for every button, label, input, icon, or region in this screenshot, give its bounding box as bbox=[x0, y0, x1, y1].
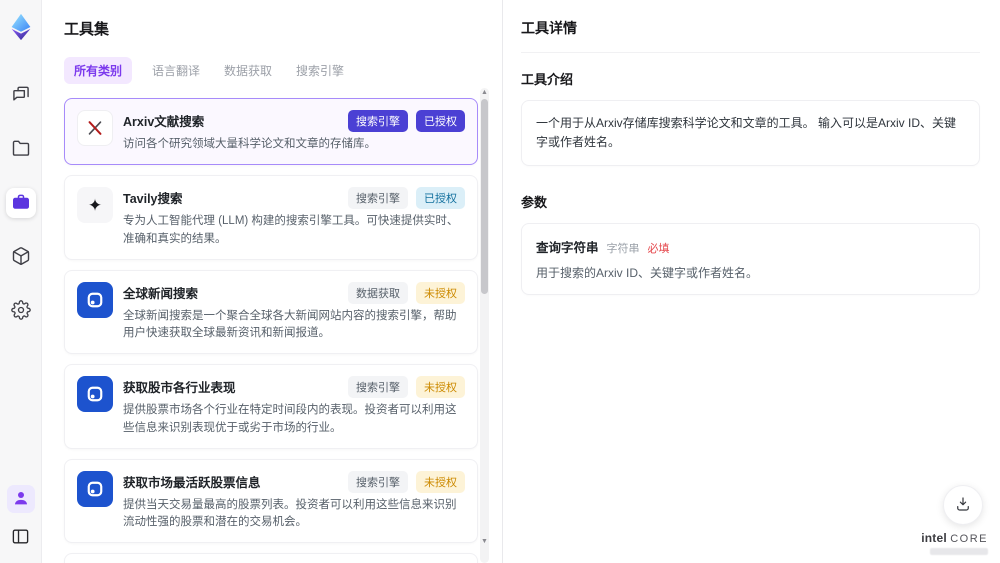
intro-heading: 工具介绍 bbox=[521, 72, 574, 87]
core-wordmark: CORE bbox=[950, 533, 988, 545]
intel-watermark-bar bbox=[930, 548, 988, 555]
sidebar-nav bbox=[5, 80, 36, 326]
auth-status-badge: 未授权 bbox=[416, 281, 465, 304]
tab-1[interactable]: 语言翻译 bbox=[148, 57, 204, 84]
tavily-star-icon: ✦ bbox=[77, 187, 113, 224]
scrollbar-thumb[interactable] bbox=[481, 99, 488, 294]
intel-wordmark: intel bbox=[921, 531, 947, 545]
param-card: 查询字符串 字符串 必填 用于搜索的Arxiv ID、关键字或作者姓名。 bbox=[521, 223, 980, 296]
folder-icon bbox=[11, 138, 31, 161]
sidebar-item-files[interactable] bbox=[6, 134, 36, 164]
tool-name: Arxiv文献搜索 bbox=[123, 115, 205, 129]
category-badge: 搜索引擎 bbox=[348, 187, 408, 210]
sidebar-item-toolbox[interactable] bbox=[5, 188, 36, 218]
tool-description: 访问各个研究领域大量科学论文和文章的存储库。 bbox=[123, 138, 376, 150]
q-news-icon bbox=[77, 281, 113, 318]
tool-cards: Arxiv文献搜索 搜索引擎 已授权 访问各个研究领域大量科学论文和文章的存储库。 ✦ T… bbox=[64, 98, 478, 563]
category-badge: 搜索引擎 bbox=[348, 110, 408, 132]
tab-0[interactable]: 所有类别 bbox=[64, 57, 133, 84]
user-icon bbox=[12, 489, 30, 510]
tool-name: Tavily搜索 bbox=[123, 192, 183, 207]
tool-description: 专为人工智能代理 (LLM) 构建的搜索引擎工具。可快速提供实时、准确和真实的结… bbox=[123, 215, 459, 245]
download-button[interactable] bbox=[943, 485, 983, 525]
sidebar-item-settings[interactable] bbox=[6, 296, 36, 326]
category-tabs: 所有类别 语言翻译 数据获取 搜索引擎 bbox=[64, 57, 502, 84]
tool-card[interactable]: 万维地区新闻查询搜索引擎未授权查询具体行政区划内的新闻，快速了解各地新闻动 bbox=[64, 553, 478, 563]
param-required-badge: 必填 bbox=[647, 243, 670, 256]
tool-card[interactable]: 获取股市各行业表现 搜索引擎 未授权提供股票市场各个行业在特定时间段内的表现。投资者… bbox=[64, 364, 478, 449]
category-badge: 数据获取 bbox=[348, 281, 408, 304]
q-news-icon bbox=[77, 470, 113, 507]
auth-status-badge: 已授权 bbox=[416, 187, 465, 210]
param-head: 查询字符串 字符串 必填 bbox=[536, 237, 965, 256]
tool-name: 获取股市各行业表现 bbox=[123, 381, 236, 396]
tool-list-panel: 工具集 所有类别 语言翻译 数据获取 搜索引擎 Arxiv文献搜索 搜索引擎 已授权 访问各… bbox=[42, 0, 503, 563]
intel-core-logo: intel CORE bbox=[921, 531, 988, 555]
tab-2[interactable]: 数据获取 bbox=[220, 57, 276, 84]
arxiv-x-icon bbox=[77, 110, 113, 146]
sidebar-bottom bbox=[6, 485, 35, 549]
app-window: 工具集 所有类别 语言翻译 数据获取 搜索引擎 Arxiv文献搜索 搜索引擎 已授权 访问各… bbox=[0, 0, 1000, 563]
user-avatar-button[interactable] bbox=[6, 485, 35, 513]
param-name: 查询字符串 bbox=[536, 241, 599, 256]
panel-toggle-icon bbox=[11, 529, 30, 549]
tool-description: 提供股票市场各个行业在特定时间段内的表现。投资者可以利用这些信息来识别表现优于或… bbox=[123, 404, 457, 434]
intro-text: 一个用于从Arxiv存储库搜索科学论文和文章的工具。 输入可以是Arxiv ID… bbox=[521, 100, 980, 167]
auth-status-badge: 已授权 bbox=[416, 110, 465, 132]
param-description: 用于搜索的Arxiv ID、关键字或作者姓名。 bbox=[536, 266, 759, 281]
params-heading: 参数 bbox=[521, 195, 548, 211]
detail-title: 工具详情 bbox=[521, 18, 980, 53]
tool-detail-panel: 工具详情 工具介绍 一个用于从Arxiv存储库搜索科学论文和文章的工具。 输入可… bbox=[503, 0, 1000, 563]
tool-description: 提供当天交易量最高的股票列表。投资者可以利用这些信息来识别流动性强的股票和潜在的… bbox=[123, 498, 457, 528]
cube-icon bbox=[11, 246, 31, 269]
tab-3[interactable]: 搜索引擎 bbox=[292, 57, 348, 84]
app-logo-gem bbox=[6, 12, 36, 42]
category-badge: 搜索引擎 bbox=[348, 470, 408, 493]
scrollbar-up-arrow[interactable]: ▲ bbox=[480, 88, 489, 98]
scrollbar[interactable]: ▲ ▼ bbox=[480, 88, 489, 563]
toolbox-icon bbox=[11, 192, 31, 215]
sidebar bbox=[0, 0, 42, 563]
download-icon bbox=[954, 495, 972, 516]
tool-card[interactable]: ✦ Tavily搜索 搜索引擎 已授权专为人工智能代理 (LLM) 构建的搜索引擎工具… bbox=[64, 175, 478, 260]
category-badge: 搜索引擎 bbox=[348, 376, 408, 399]
tool-card[interactable]: 全球新闻搜索 数据获取 未授权全球新闻搜索是一个聚合全球各大新闻网站内容的搜索引擎，… bbox=[64, 269, 478, 355]
chat-icon bbox=[11, 84, 31, 107]
q-news-icon bbox=[77, 376, 113, 413]
page-title: 工具集 bbox=[64, 21, 110, 38]
tool-card[interactable]: 获取市场最活跃股票信息 搜索引擎 未授权提供当天交易量最高的股票列表。投资者可以利用… bbox=[64, 458, 478, 544]
sidebar-item-packages[interactable] bbox=[6, 242, 36, 272]
panel-toggle-button[interactable] bbox=[11, 527, 30, 549]
tool-name: 全球新闻搜索 bbox=[123, 286, 199, 301]
param-type: 字符串 bbox=[606, 243, 640, 256]
gear-icon bbox=[10, 299, 31, 323]
scrollbar-down-arrow[interactable]: ▼ bbox=[480, 537, 489, 547]
auth-status-badge: 未授权 bbox=[416, 376, 465, 399]
tool-card[interactable]: Arxiv文献搜索 搜索引擎 已授权访问各个研究领域大量科学论文和文章的存储库。 bbox=[64, 98, 478, 166]
tool-name: 获取市场最活跃股票信息 bbox=[123, 475, 261, 490]
tool-description: 全球新闻搜索是一个聚合全球各大新闻网站内容的搜索引擎，帮助用户快速获取全球最新资… bbox=[123, 309, 457, 339]
auth-status-badge: 未授权 bbox=[416, 470, 465, 493]
sidebar-item-chat[interactable] bbox=[6, 80, 36, 110]
